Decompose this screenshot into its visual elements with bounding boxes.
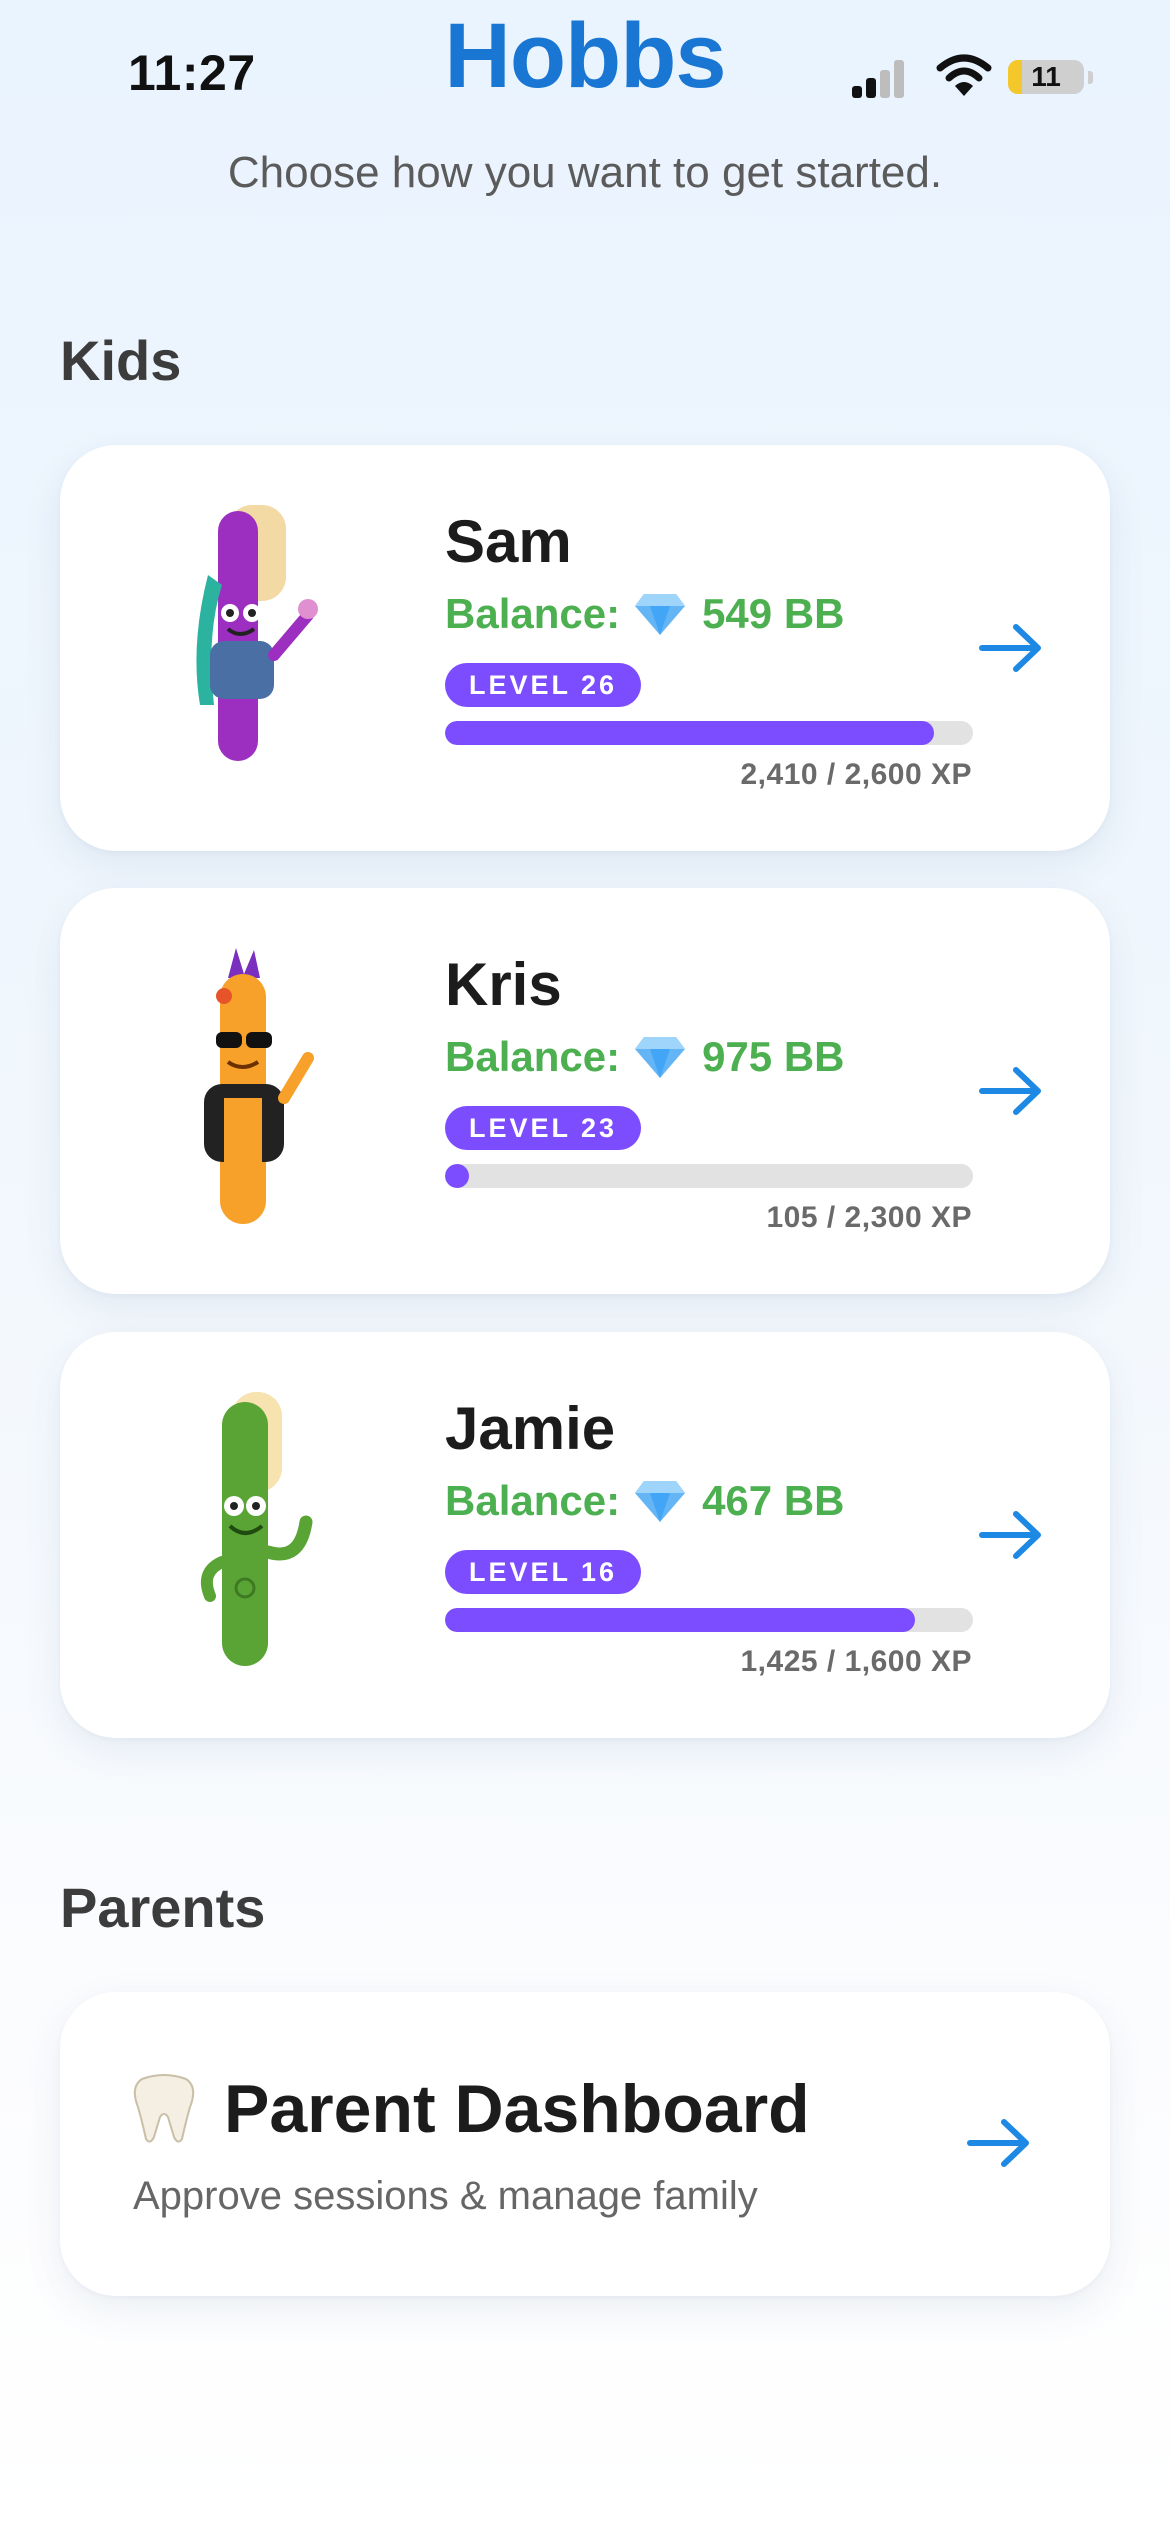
level-badge: LEVEL 26	[445, 663, 642, 707]
balance: Balance: 549 BB	[445, 590, 844, 638]
balance-label: Balance:	[445, 1477, 621, 1524]
kid-card-sam[interactable]: Sam Balance: 549 BB LEVEL 26 2,410 / 2,6…	[60, 445, 1110, 851]
balance-label: Balance:	[445, 1033, 621, 1080]
xp-text: 105 / 2,300 XP	[766, 1201, 972, 1234]
parent-dashboard-title-row: Parent Dashboard	[132, 2070, 810, 2148]
kid-card-kris[interactable]: Kris Balance: 975 BB LEVEL 23 105 / 2,30…	[60, 888, 1110, 1294]
gem-icon	[635, 1037, 686, 1078]
purple-toothbrush-character-avatar	[196, 505, 318, 761]
kid-name: Kris	[445, 951, 562, 1018]
balance-value: 975 BB	[702, 1033, 845, 1080]
gem-icon	[635, 1481, 686, 1522]
page-subtitle: Choose how you want to get started.	[227, 148, 943, 197]
gem-icon	[635, 594, 686, 635]
xp-progress-bar	[445, 721, 973, 745]
parent-dashboard-card[interactable]: Parent Dashboard Approve sessions & mana…	[60, 1992, 1110, 2296]
orange-toothbrush-character-avatar	[204, 948, 314, 1224]
green-toothbrush-character-avatar	[201, 1392, 313, 1666]
arrow-right-icon[interactable]	[978, 1510, 1044, 1560]
xp-progress-fill	[445, 1164, 470, 1188]
kid-card-jamie[interactable]: Jamie Balance: 467 BB LEVEL 16 1,425 / 1…	[60, 1332, 1110, 1738]
tooth-icon	[133, 2074, 195, 2143]
balance: Balance: 975 BB	[445, 1033, 844, 1081]
xp-text: 1,425 / 1,600 XP	[740, 1645, 972, 1678]
arrow-right-icon[interactable]	[978, 1066, 1044, 1116]
kids-section-title: Kids	[60, 329, 182, 392]
parents-section-title: Parents	[60, 1876, 266, 1939]
balance-label: Balance:	[445, 590, 621, 637]
kid-name: Jamie	[445, 1395, 616, 1462]
xp-progress-bar	[445, 1608, 973, 1632]
app-title: Hobbs	[444, 5, 726, 107]
arrow-right-icon[interactable]	[978, 623, 1044, 673]
xp-progress-fill	[445, 721, 935, 745]
parent-dashboard-subtitle: Approve sessions & manage family	[133, 2174, 758, 2218]
balance-value: 467 BB	[702, 1477, 845, 1524]
level-badge: LEVEL 16	[445, 1550, 642, 1594]
xp-progress-bar	[445, 1164, 973, 1188]
balance: Balance: 467 BB	[445, 1477, 844, 1525]
xp-progress-fill	[445, 1608, 916, 1632]
parent-dashboard-title: Parent Dashboard	[224, 2071, 810, 2147]
level-badge: LEVEL 23	[445, 1106, 642, 1150]
kid-name: Sam	[445, 508, 572, 575]
balance-value: 549 BB	[702, 590, 845, 637]
xp-text: 2,410 / 2,600 XP	[740, 758, 972, 791]
arrow-right-icon[interactable]	[966, 2118, 1032, 2168]
